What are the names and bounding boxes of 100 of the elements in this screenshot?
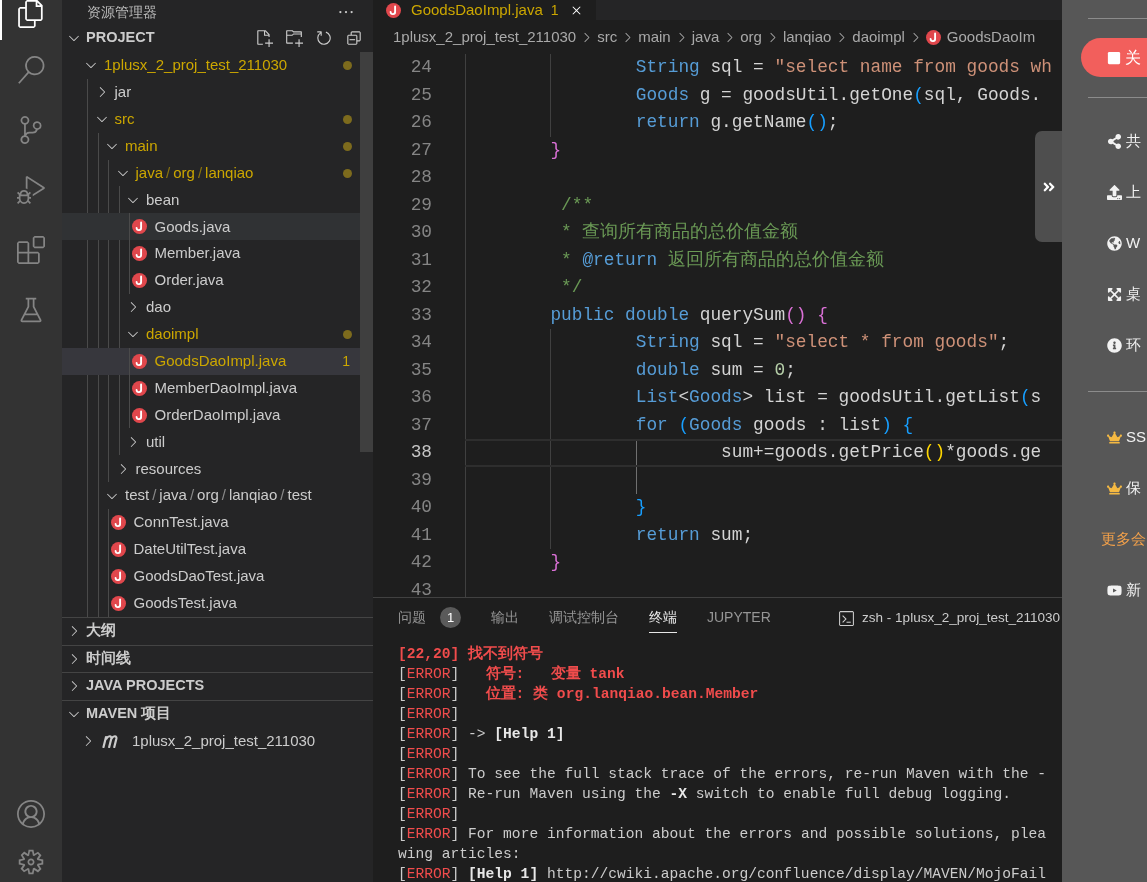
line-number: 30 [409, 221, 432, 245]
panel-tab[interactable]: 问题 1 [398, 603, 461, 633]
code-line: String sql = "select name from goods wh [635, 56, 1052, 80]
breadcrumb-item[interactable]: main [638, 25, 671, 49]
code-line: * 查询所有商品的总价值金额 [561, 221, 799, 245]
crown-icon [1107, 480, 1122, 496]
side-menu-item[interactable]: 环 [1107, 333, 1141, 357]
folder-item[interactable]: dao [62, 294, 360, 321]
panel-tab[interactable]: 调试控制台 [549, 603, 619, 633]
folder-item[interactable]: daoimpl [62, 320, 360, 348]
section-header[interactable]: 大纲 [62, 617, 373, 645]
section-header[interactable]: JAVA PROJECTS [62, 672, 373, 700]
refresh-icon[interactable] [315, 29, 333, 47]
terminal-line: [22,20] 找不到符号 [398, 644, 544, 664]
line-number: 39 [409, 468, 432, 492]
file-item[interactable]: Order.java [62, 267, 360, 294]
line-number: 35 [409, 358, 432, 382]
maven-project-item[interactable]: 1plusx_2_proj_test_211030 [62, 727, 373, 755]
code-line: double sum = 0; [635, 358, 796, 382]
side-menu-item[interactable]: 桌 [1107, 282, 1141, 306]
line-number: 41 [409, 523, 432, 547]
line-number: 28 [409, 166, 432, 190]
java-file-icon [131, 219, 147, 235]
file-item[interactable]: GoodsTest.java [62, 589, 360, 617]
stop-icon [1107, 50, 1121, 65]
terminal-line: [ERROR] 位置: 类 org.lanqiao.bean.Member [398, 684, 759, 704]
terminal-line: wing articles: [398, 845, 521, 864]
file-item[interactable]: GoodsDaoImpl.java 1 [62, 347, 360, 375]
folder-item[interactable]: java/org/lanqiao [62, 159, 360, 187]
folder-item[interactable]: resources [62, 455, 360, 483]
new-folder-icon[interactable] [285, 29, 303, 47]
line-number: 32 [409, 276, 432, 300]
line-number: 26 [409, 111, 432, 135]
section-header[interactable]: 时间线 [62, 644, 373, 672]
file-item[interactable]: ConnTest.java [62, 509, 360, 537]
line-number: 31 [409, 248, 432, 272]
folder-item[interactable]: jar [62, 78, 360, 106]
side-menu-item[interactable]: 共 [1107, 129, 1141, 153]
search-icon[interactable] [17, 56, 45, 84]
java-file-icon [131, 380, 147, 396]
terminal-line: [ERROR] [Help 1] http://cwiki.apache.org/confluence/display/MAVEN/MojoFail [398, 865, 1047, 882]
breadcrumb-item[interactable]: 1plusx_2_proj_test_211030 [393, 25, 577, 49]
panel-tab[interactable]: JUPYTER [707, 603, 771, 633]
file-item[interactable]: GoodsDaoTest.java [62, 562, 360, 590]
java-file-icon [131, 353, 147, 369]
file-item[interactable]: Goods.java [62, 213, 360, 241]
extensions-icon[interactable] [17, 236, 45, 264]
side-menu-item[interactable]: 新 [1107, 578, 1141, 602]
editor-tab[interactable]: GoodsDaoImpl.java 1 [373, 0, 596, 20]
folder-item[interactable]: bean [62, 186, 360, 214]
breadcrumb-item[interactable]: java [691, 25, 720, 49]
side-menu-item[interactable]: W [1107, 231, 1141, 255]
java-file-icon [131, 246, 147, 262]
terminal-line: [ERROR] 符号: 变量 tank [398, 664, 625, 684]
run-debug-icon[interactable] [17, 176, 45, 204]
breadcrumb-item[interactable]: src [597, 25, 618, 49]
code-line: } [550, 551, 562, 575]
breadcrumb-item[interactable]: lanqiao [782, 25, 832, 49]
line-number: 37 [409, 413, 432, 437]
code-line: sum+=goods.getPrice()*goods.ge [721, 441, 1042, 465]
line-number: 43 [409, 578, 432, 597]
section-header[interactable]: PROJECT [62, 24, 373, 52]
breadcrumb-item[interactable]: org [740, 25, 762, 49]
settings-icon[interactable] [17, 848, 45, 876]
files-icon[interactable] [17, 0, 45, 28]
section-header[interactable]: MAVEN 项目 [62, 699, 373, 727]
code-line: } [635, 496, 647, 520]
collapse-all-icon[interactable] [345, 29, 363, 47]
new-file-icon[interactable] [255, 29, 273, 47]
code-line: */ [561, 276, 583, 300]
file-item[interactable]: MemberDaoImpl.java [62, 374, 360, 402]
breadcrumb-item[interactable]: GoodsDaoIm [925, 25, 1036, 49]
file-item[interactable]: OrderDaoImpl.java [62, 401, 360, 429]
terminal-selector[interactable]: zsh - 1plusx_2_proj_test_211030 [838, 607, 1062, 629]
folder-item[interactable]: src [62, 105, 360, 133]
account-icon[interactable] [17, 800, 45, 828]
side-menu-item[interactable]: 上 [1107, 180, 1141, 204]
folder-item[interactable]: main [62, 132, 360, 160]
breadcrumb-item[interactable]: daoimpl [852, 25, 905, 49]
folder-item[interactable]: 1plusx_2_proj_test_211030 [62, 52, 360, 79]
folder-item[interactable]: test/java/org/lanqiao/test [62, 482, 360, 510]
line-number: 25 [409, 83, 432, 107]
java-file-icon [110, 568, 126, 584]
line-number: 33 [409, 303, 432, 327]
panel-tab[interactable]: 输出 [491, 603, 519, 633]
terminal-icon [838, 609, 856, 627]
file-item[interactable]: Member.java [62, 240, 360, 268]
folder-item[interactable]: util [62, 428, 360, 456]
side-menu-item[interactable]: SS [1107, 425, 1146, 449]
file-item[interactable]: DateUtilTest.java [62, 536, 360, 563]
scrollbar-thumb[interactable] [360, 52, 373, 452]
info-icon [1107, 337, 1122, 353]
java-file-icon [386, 2, 401, 18]
side-menu-item[interactable]: 保 [1107, 476, 1141, 500]
panel-tab[interactable]: 终端 [649, 603, 677, 633]
terminal-line: [ERROR] [398, 745, 460, 764]
line-number: 34 [409, 331, 432, 355]
code-line: String sql = "select * from goods"; [635, 331, 1010, 355]
java-file-icon [131, 273, 147, 289]
problem-count: 1 [550, 0, 559, 20]
